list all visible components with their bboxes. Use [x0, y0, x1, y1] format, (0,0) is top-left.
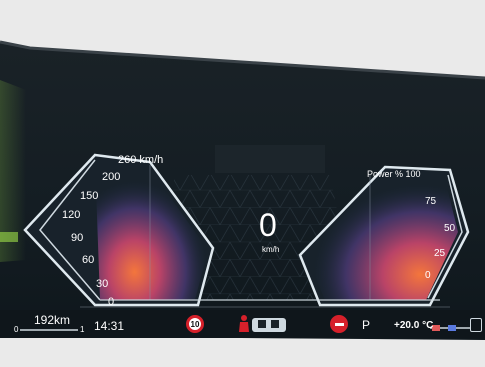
speed-tick-200: 200 — [102, 171, 121, 183]
power-gauge-title: Power % 100 — [367, 169, 421, 179]
speed-tick-90: 90 — [71, 232, 84, 244]
gear-indicator: P — [362, 318, 371, 332]
speed-tick-150: 150 — [80, 190, 99, 202]
instrument-cluster-photo: 260 km/h 200 150 120 90 60 30 0 0 km/h P… — [0, 0, 485, 367]
outside-temperature: +20.0 °C — [394, 320, 434, 331]
power-tick-25: 25 — [434, 248, 446, 259]
clock: 14:31 — [94, 319, 125, 333]
left-edge-indicator — [0, 232, 18, 242]
range-value: 192km — [34, 313, 71, 327]
speed-tick-0: 0 — [108, 296, 115, 308]
range-scale-right: 1 — [80, 325, 85, 334]
no-entry-sign-icon — [330, 315, 348, 333]
car-status-icon — [252, 318, 286, 332]
power-tick-50: 50 — [444, 223, 456, 234]
speed-tick-120: 120 — [62, 209, 81, 221]
speedometer-max-label: 260 km/h — [118, 154, 164, 166]
power-tick-75: 75 — [425, 196, 437, 207]
instrument-cluster-display — [0, 0, 485, 367]
power-tick-0: 0 — [425, 270, 431, 281]
current-speed: 0 — [259, 207, 277, 243]
speed-tick-60: 60 — [82, 254, 95, 266]
speed-unit: km/h — [262, 245, 280, 254]
range-scale-left: 0 — [14, 325, 19, 334]
speed-limit-value: 10 — [190, 319, 200, 329]
speed-tick-30: 30 — [96, 278, 109, 290]
speed-limit-sign-icon: 10 — [186, 315, 204, 333]
driver-assist-icon — [470, 318, 482, 332]
